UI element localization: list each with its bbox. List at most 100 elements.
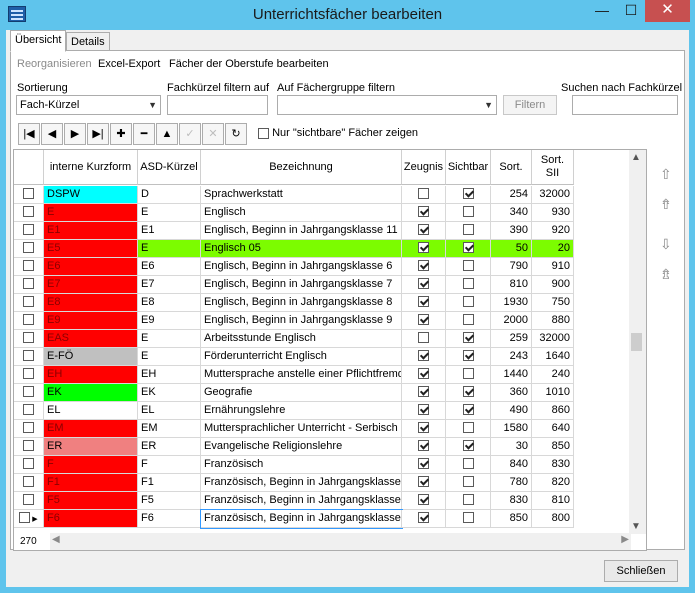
sort-cell[interactable]: 243 xyxy=(491,348,532,366)
sichtbar-cell[interactable] xyxy=(446,330,491,348)
sort-cell[interactable]: 790 xyxy=(491,258,532,276)
internal-code-cell[interactable]: E1 xyxy=(44,222,138,240)
asd-code-cell[interactable]: E7 xyxy=(138,276,201,294)
name-cell[interactable]: Förderunterricht Englisch xyxy=(201,348,402,366)
zeugnis-cell[interactable] xyxy=(402,366,446,384)
sichtbar-cell[interactable] xyxy=(446,402,491,420)
row-select-checkbox[interactable] xyxy=(23,493,34,505)
column-header-name[interactable]: Bezeichnung xyxy=(201,150,402,185)
internal-code-cell[interactable]: F6 xyxy=(44,510,138,528)
table-row[interactable]: E6 E6 Englisch, Beginn in Jahrgangsklasse … xyxy=(14,258,574,276)
name-cell[interactable]: Englisch 05 xyxy=(201,240,402,258)
asd-code-cell[interactable]: F6 xyxy=(138,510,201,528)
name-cell[interactable]: Evangelische Religionslehre xyxy=(201,438,402,456)
internal-code-cell[interactable]: EK xyxy=(44,384,138,402)
row-select-checkbox[interactable] xyxy=(23,295,34,307)
sort-sii-cell[interactable]: 830 xyxy=(532,456,574,474)
zeugnis-checkbox[interactable] xyxy=(418,367,429,379)
sort-sii-cell[interactable]: 820 xyxy=(532,474,574,492)
zeugnis-checkbox[interactable] xyxy=(418,511,429,523)
sichtbar-cell[interactable] xyxy=(446,204,491,222)
row-selector[interactable] xyxy=(14,474,44,492)
asd-code-cell[interactable]: E6 xyxy=(138,258,201,276)
zeugnis-checkbox[interactable] xyxy=(418,349,429,361)
zeugnis-cell[interactable] xyxy=(402,384,446,402)
sichtbar-checkbox[interactable] xyxy=(462,223,474,235)
internal-code-cell[interactable]: EM xyxy=(44,420,138,438)
move-down-icon[interactable]: ⇩ xyxy=(660,236,672,253)
add-record-button[interactable]: ✚ xyxy=(110,123,132,145)
asd-code-cell[interactable]: EL xyxy=(138,402,201,420)
sort-cell[interactable]: 30 xyxy=(491,438,532,456)
row-selector[interactable] xyxy=(14,456,44,474)
name-cell[interactable]: Muttersprachlicher Unterricht - Serbisch xyxy=(201,420,402,438)
internal-code-cell[interactable]: E xyxy=(44,204,138,222)
visible-only-checkbox[interactable] xyxy=(258,127,269,139)
row-select-checkbox[interactable] xyxy=(23,223,34,235)
upper-level-subjects-link[interactable]: Fächer der Oberstufe bearbeiten xyxy=(169,58,329,70)
row-selector[interactable] xyxy=(14,222,44,240)
zeugnis-checkbox[interactable] xyxy=(418,457,429,469)
filter-button[interactable]: Filtern xyxy=(503,95,557,115)
column-header-asd[interactable]: ASD-Kürzel xyxy=(138,150,201,185)
asd-code-cell[interactable]: E xyxy=(138,204,201,222)
internal-code-cell[interactable]: E6 xyxy=(44,258,138,276)
row-selector[interactable] xyxy=(14,402,44,420)
sichtbar-checkbox[interactable] xyxy=(462,241,474,253)
sichtbar-checkbox[interactable] xyxy=(462,457,474,469)
zeugnis-cell[interactable] xyxy=(402,492,446,510)
sort-cell[interactable]: 810 xyxy=(491,276,532,294)
asd-code-cell[interactable]: D xyxy=(138,186,201,204)
sort-sii-cell[interactable]: 880 xyxy=(532,312,574,330)
refresh-button[interactable]: ↻ xyxy=(225,123,247,145)
sichtbar-checkbox[interactable] xyxy=(462,493,474,505)
sort-cell[interactable]: 840 xyxy=(491,456,532,474)
column-header-zeugnis[interactable]: Zeugnis xyxy=(402,150,446,185)
scroll-right-icon[interactable]: ▶ xyxy=(621,534,629,545)
short-filter-input[interactable] xyxy=(167,95,268,115)
asd-code-cell[interactable]: E1 xyxy=(138,222,201,240)
name-cell[interactable]: Geografie xyxy=(201,384,402,402)
name-cell[interactable]: Englisch, Beginn in Jahrgangsklasse 7 xyxy=(201,276,402,294)
table-row[interactable]: EL EL Ernährungslehre 490 860 xyxy=(14,402,574,420)
edit-record-button[interactable]: ▲ xyxy=(156,123,178,145)
sichtbar-cell[interactable] xyxy=(446,420,491,438)
zeugnis-cell[interactable] xyxy=(402,204,446,222)
zeugnis-cell[interactable] xyxy=(402,474,446,492)
zeugnis-cell[interactable] xyxy=(402,240,446,258)
table-row[interactable]: ▶ F6 F6 Französisch, Beginn in Jahrgangskla… xyxy=(14,509,574,529)
zeugnis-cell[interactable] xyxy=(402,420,446,438)
sort-sii-cell[interactable]: 20 xyxy=(532,240,574,258)
zeugnis-cell[interactable] xyxy=(402,312,446,330)
name-cell[interactable]: Französisch xyxy=(201,456,402,474)
row-select-checkbox[interactable] xyxy=(23,385,34,397)
name-cell[interactable]: Muttersprache anstelle einer Pflichtfrem… xyxy=(201,366,402,384)
internal-code-cell[interactable]: EAS xyxy=(44,330,138,348)
row-select-checkbox[interactable] xyxy=(23,331,34,343)
first-record-button[interactable]: |◀ xyxy=(18,123,40,145)
row-select-checkbox[interactable] xyxy=(23,241,34,253)
sort-cell[interactable]: 340 xyxy=(491,204,532,222)
zeugnis-cell[interactable] xyxy=(402,348,446,366)
table-row[interactable]: F1 F1 Französisch, Beginn in Jahrgangsklas… xyxy=(14,474,574,492)
scroll-thumb[interactable] xyxy=(631,333,642,351)
asd-code-cell[interactable]: ER xyxy=(138,438,201,456)
sichtbar-checkbox[interactable] xyxy=(462,277,474,289)
sort-cell[interactable]: 50 xyxy=(491,240,532,258)
zeugnis-cell[interactable] xyxy=(402,456,446,474)
sichtbar-checkbox[interactable] xyxy=(462,403,474,415)
sort-sii-cell[interactable]: 860 xyxy=(532,402,574,420)
sort-sii-cell[interactable]: 800 xyxy=(532,510,574,528)
sichtbar-checkbox[interactable] xyxy=(462,439,474,451)
sort-cell[interactable]: 1580 xyxy=(491,420,532,438)
asd-code-cell[interactable]: E8 xyxy=(138,294,201,312)
sort-sii-cell[interactable]: 930 xyxy=(532,204,574,222)
table-row[interactable]: DSPW D Sprachwerkstatt 254 32000 xyxy=(14,186,574,204)
internal-code-cell[interactable]: EL xyxy=(44,402,138,420)
table-row[interactable]: EM EM Muttersprachlicher Unterricht - Serb… xyxy=(14,420,574,438)
close-window-button[interactable]: ✕ xyxy=(645,0,690,22)
next-record-button[interactable]: ▶ xyxy=(64,123,86,145)
zeugnis-checkbox[interactable] xyxy=(418,241,429,253)
asd-code-cell[interactable]: E xyxy=(138,240,201,258)
sort-sii-cell[interactable]: 1640 xyxy=(532,348,574,366)
